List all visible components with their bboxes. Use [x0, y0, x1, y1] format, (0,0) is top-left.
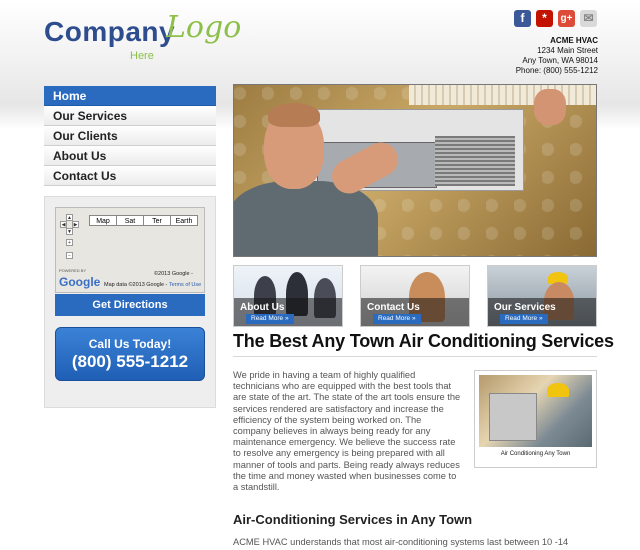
map-type-sat[interactable]: Sat	[116, 215, 144, 226]
read-more-button[interactable]: Read More »	[246, 314, 294, 324]
pan-up-icon[interactable]: ▲	[66, 214, 73, 221]
nav-item-home[interactable]: Home	[44, 86, 216, 106]
photo-caption: Air Conditioning Any Town	[500, 451, 571, 457]
nav-item-contact-us[interactable]: Contact Us	[44, 166, 216, 186]
hard-hat-shape	[547, 383, 569, 397]
call-us-label: Call Us Today!	[88, 337, 172, 351]
map-data-text: Map data ©2013 Google -	[104, 282, 168, 288]
main-nav: Home Our Services Our Clients About Us C…	[44, 86, 216, 186]
map-copyright: ©2013 Google -	[154, 271, 193, 277]
city-address: Any Town, WA 98014	[522, 56, 598, 65]
map-type-controls: Map Sat Ter Earth	[89, 215, 198, 226]
thumbnail-caption: About Us Read More »	[234, 298, 342, 326]
call-us-button[interactable]: Call Us Today! (800) 555-1212	[55, 327, 205, 381]
email-icon[interactable]: ✉	[580, 10, 597, 27]
thumbnail-title: About Us	[240, 302, 285, 313]
ac-unit-fins	[435, 136, 515, 186]
thumbnail-title: Our Services	[494, 302, 556, 313]
street-address: 1234 Main Street	[537, 46, 598, 55]
map-type-earth[interactable]: Earth	[170, 215, 198, 226]
contact-us-thumbnail[interactable]: Contact Us Read More »	[360, 265, 470, 327]
thumbnail-caption: Contact Us Read More »	[361, 298, 469, 326]
google-map[interactable]: ▲ ◀ ▶ ▼ + − Map Sat Ter Earth POWERED BY…	[55, 207, 205, 293]
get-directions-button[interactable]: Get Directions	[55, 294, 205, 316]
intro-paragraph: We pride in having a team of highly qual…	[233, 370, 461, 493]
zoom-in-icon[interactable]: +	[66, 239, 73, 246]
phone-number: Phone: (800) 555-1212	[515, 66, 598, 75]
thumbnail-caption: Our Services Read More »	[488, 298, 596, 326]
section-paragraph: ACME HVAC understands that most air-cond…	[233, 537, 569, 547]
section-heading: Air-Conditioning Services in Any Town	[233, 512, 473, 527]
nav-item-our-services[interactable]: Our Services	[44, 106, 216, 126]
logo-script-text: Logo	[166, 10, 242, 45]
feature-thumbnails: About Us Read More » Contact Us Read Mor…	[233, 265, 597, 327]
logo-here-text: Here	[130, 50, 154, 62]
nav-item-our-clients[interactable]: Our Clients	[44, 126, 216, 146]
about-us-thumbnail[interactable]: About Us Read More »	[233, 265, 343, 327]
technician-hand	[534, 89, 566, 125]
our-services-thumbnail[interactable]: Our Services Read More »	[487, 265, 597, 327]
heading-divider	[233, 356, 597, 357]
map-data-credit: Map data ©2013 Google - Terms of Use	[104, 282, 201, 288]
pan-left-icon[interactable]: ◀	[60, 221, 67, 228]
technician-photo	[479, 375, 592, 447]
nav-item-about-us[interactable]: About Us	[44, 146, 216, 166]
google-logo[interactable]: Google	[59, 275, 100, 289]
call-us-number: (800) 555-1212	[71, 352, 189, 371]
pan-down-icon[interactable]: ▼	[66, 228, 73, 235]
zoom-out-icon[interactable]: −	[66, 252, 73, 259]
content-photo: Air Conditioning Any Town	[474, 370, 597, 468]
google-plus-icon[interactable]: g+	[558, 10, 575, 27]
read-more-button[interactable]: Read More »	[500, 314, 548, 324]
read-more-button[interactable]: Read More »	[373, 314, 421, 324]
company-logo[interactable]: Company Logo Here	[44, 10, 244, 62]
business-name: ACME HVAC	[550, 36, 598, 45]
yelp-icon[interactable]: *	[536, 10, 553, 27]
technician-hair	[268, 103, 320, 127]
facebook-icon[interactable]: f	[514, 10, 531, 27]
business-address: ACME HVAC 1234 Main Street Any Town, WA …	[516, 36, 598, 76]
ac-unit-shape	[489, 393, 537, 441]
crown-molding	[409, 85, 596, 105]
map-type-map[interactable]: Map	[89, 215, 117, 226]
technician-body	[234, 181, 378, 256]
pan-right-icon[interactable]: ▶	[72, 221, 79, 228]
ac-unit-image	[294, 109, 524, 191]
hero-image	[233, 84, 597, 257]
map-powered-by: POWERED BY	[59, 268, 87, 273]
page-heading: The Best Any Town Air Conditioning Servi…	[233, 331, 614, 351]
social-links: f * g+ ✉	[514, 10, 597, 27]
map-pan-controls[interactable]: ▲ ◀ ▶ ▼ + −	[60, 214, 80, 274]
sidebar-box: ▲ ◀ ▶ ▼ + − Map Sat Ter Earth POWERED BY…	[44, 196, 216, 408]
map-type-ter[interactable]: Ter	[143, 215, 171, 226]
logo-company-text: Company	[44, 16, 176, 47]
terms-of-use-link[interactable]: Terms of Use	[169, 282, 201, 288]
thumbnail-title: Contact Us	[367, 302, 420, 313]
